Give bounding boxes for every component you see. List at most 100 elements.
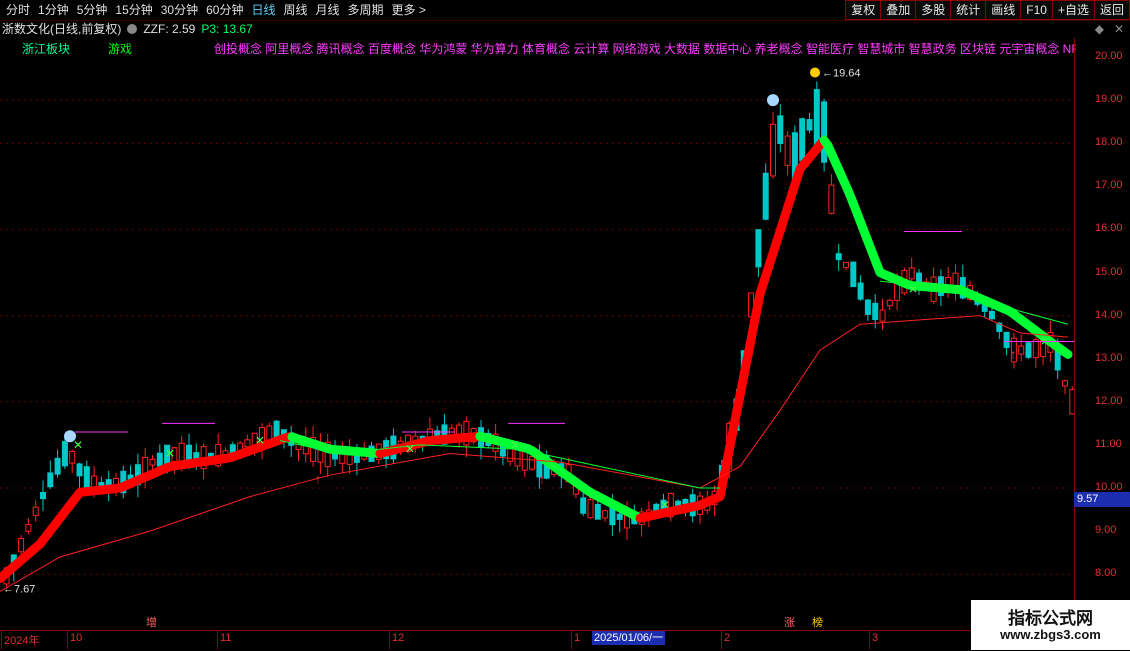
candle-body <box>1019 346 1024 354</box>
tab-timeframe-7[interactable]: 周线 <box>279 0 311 20</box>
candle-body <box>909 268 914 279</box>
candle-body <box>865 300 870 314</box>
cross-signal-icon: ✕ <box>73 438 83 452</box>
candle-body <box>617 514 622 519</box>
candle-body <box>522 451 527 471</box>
diamond-icon[interactable]: ◆ <box>1095 22 1104 36</box>
chart-annotations: ←19.64←7.67↑↑↑✕✕✕✕✕✕✕✕ <box>3 68 1074 596</box>
watermark-url: www.zbgs3.com <box>971 627 1130 642</box>
candle-body <box>530 457 535 470</box>
toolbar-button-0[interactable]: 复权 <box>845 0 881 20</box>
price-tick: 19.00 <box>1095 93 1123 105</box>
price-tick: 20.00 <box>1095 50 1123 62</box>
tab-timeframe-0[interactable]: 分时 <box>2 0 34 20</box>
buy-arrow-icon: ↑ <box>1010 347 1017 362</box>
candle-body <box>887 300 892 305</box>
toolbar-button-4[interactable]: 画线 <box>985 0 1021 20</box>
candle-body <box>756 230 761 267</box>
candle-body <box>77 464 82 476</box>
date-label: 3 <box>872 632 878 644</box>
date-separator <box>721 631 722 649</box>
date-label: 10 <box>70 632 82 644</box>
candle-body <box>150 459 155 465</box>
tab-timeframe-3[interactable]: 15分钟 <box>111 0 156 20</box>
settings-icon[interactable] <box>127 24 137 34</box>
candle-body <box>515 450 520 466</box>
date-separator <box>571 631 572 649</box>
candle-body <box>19 539 24 552</box>
price-tick: 18.00 <box>1095 136 1123 148</box>
indicator-lines <box>0 140 1068 591</box>
buy-arrow-icon: ↑ <box>315 472 322 487</box>
price-tick: 16.00 <box>1095 222 1123 234</box>
date-separator <box>67 631 68 649</box>
watermark: 指标公式网 www.zbgs3.com <box>971 600 1130 650</box>
tab-timeframe-4[interactable]: 30分钟 <box>157 0 202 20</box>
candle-body <box>763 173 768 219</box>
candle-body <box>851 262 856 287</box>
tab-timeframe-8[interactable]: 月线 <box>312 0 344 20</box>
candle-body <box>41 492 46 498</box>
tab-timeframe-6[interactable]: 日线 <box>247 0 279 20</box>
candle-body <box>778 116 783 144</box>
buy-arrow-icon: ↑ <box>539 472 546 487</box>
candle-body <box>26 525 31 532</box>
candle-body <box>62 442 67 466</box>
stock-name: 浙数文化(日线,前复权) <box>2 20 121 38</box>
price-tick: 13.00 <box>1095 352 1123 364</box>
date-label: 12 <box>392 632 404 644</box>
cross-signal-icon: ✕ <box>510 438 520 452</box>
close-icon[interactable]: ✕ <box>1114 22 1124 36</box>
cross-signal-icon: ✕ <box>405 442 415 456</box>
toolbar-buttons: 复权叠加多股统计画线F10+自选返回 <box>846 0 1130 20</box>
tab-timeframe-1[interactable]: 1分钟 <box>34 0 73 20</box>
candlestick-chart[interactable]: ←19.64←7.67↑↑↑✕✕✕✕✕✕✕✕ <box>0 55 1074 630</box>
price-tick: 17.00 <box>1095 179 1123 191</box>
indicator-p3: P3: 13.67 <box>201 20 252 38</box>
toolbar-button-3[interactable]: 统计 <box>950 0 986 20</box>
timeframe-toolbar: 分时1分钟5分钟15分钟30分钟60分钟日线周线月线多周期更多 > 复权叠加多股… <box>0 0 1130 21</box>
candle-body <box>880 310 885 321</box>
candle-body <box>873 303 878 319</box>
tab-timeframe-5[interactable]: 60分钟 <box>202 0 247 20</box>
high-price-label: ←19.64 <box>822 68 861 80</box>
candle-body <box>1033 340 1038 358</box>
candle-body <box>858 283 863 299</box>
candle-body <box>1063 381 1068 386</box>
price-tick: 15.00 <box>1095 266 1123 278</box>
cross-signal-icon: ✕ <box>908 283 918 297</box>
candle-body <box>771 124 776 176</box>
candle-body <box>800 119 805 161</box>
price-tick: 9.00 <box>1095 524 1116 536</box>
toolbar-button-6[interactable]: +自选 <box>1052 0 1095 20</box>
date-label: 2 <box>724 632 730 644</box>
cross-signal-icon: ✕ <box>255 434 265 448</box>
tab-timeframe-2[interactable]: 5分钟 <box>73 0 112 20</box>
candle-body <box>157 453 162 466</box>
candle-body <box>1004 332 1009 347</box>
stock-info-line: 浙数文化(日线,前复权) ZZF: 2.59 P3: 13.67 <box>2 20 253 38</box>
date-separator <box>217 631 218 649</box>
current-price-label: 9.57 <box>1074 492 1130 507</box>
price-tick: 11.00 <box>1095 438 1122 450</box>
tab-timeframe-9[interactable]: 多周期 <box>344 0 388 20</box>
date-separator <box>389 631 390 649</box>
tab-timeframe-10[interactable]: 更多 > <box>388 0 430 20</box>
toolbar-button-7[interactable]: 返回 <box>1094 0 1130 20</box>
toolbar-button-1[interactable]: 叠加 <box>880 0 916 20</box>
marker-zeng: 增 <box>146 614 157 630</box>
low-price-label: ←7.67 <box>3 583 35 595</box>
trend-ribbon-segment <box>1064 352 1068 355</box>
date-label: 1 <box>574 632 580 644</box>
candle-body <box>48 473 53 487</box>
marker-zhang: 涨 <box>784 614 795 630</box>
chart-corner-icons: ◆ ✕ <box>1095 22 1124 36</box>
candle-body <box>55 458 60 474</box>
toolbar-button-5[interactable]: F10 <box>1020 0 1053 20</box>
date-separator <box>869 631 870 649</box>
date-separator <box>1 631 2 649</box>
price-tick: 8.00 <box>1095 567 1116 579</box>
toolbar-button-2[interactable]: 多股 <box>915 0 951 20</box>
date-label: 2024年 <box>4 632 39 648</box>
price-tick: 12.00 <box>1095 395 1123 407</box>
